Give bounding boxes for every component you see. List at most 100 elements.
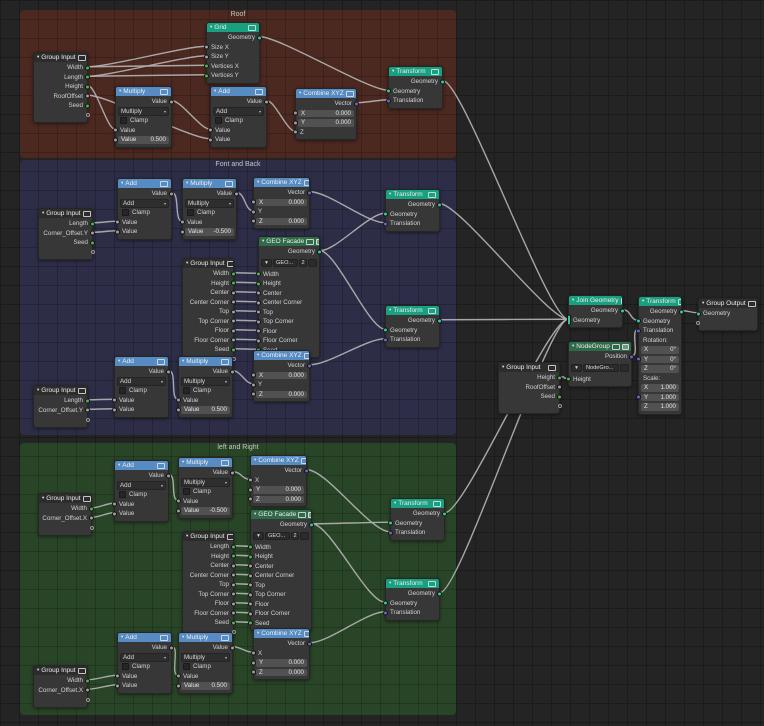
clamp-checkbox[interactable] (183, 488, 190, 496)
node-header[interactable]: ▾ Group Output (699, 299, 757, 308)
socket-in-translation[interactable] (636, 328, 641, 334)
collapse-arrow-icon[interactable]: ▾ (119, 89, 121, 94)
node-header[interactable]: ▾ Combine XYZ (251, 456, 306, 465)
node-collapse-icon[interactable] (428, 307, 436, 314)
node-header[interactable]: ▾ Group Input (183, 259, 233, 268)
socket-in-value[interactable] (208, 127, 213, 133)
node-header[interactable]: ▾ Transform (391, 499, 444, 508)
virtual-socket[interactable] (86, 417, 90, 422)
collapse-arrow-icon[interactable]: ▾ (37, 388, 39, 393)
node-collapse-icon[interactable] (255, 88, 263, 95)
socket-out-length[interactable] (90, 221, 95, 227)
node-cmb_roof[interactable]: ▾ Combine XYZ Vector X 0.000 Y 0.000 Z (293, 88, 359, 140)
operation-dropdown[interactable]: Add ▾ (120, 652, 169, 662)
value-field-z[interactable]: Z 0° (641, 365, 679, 373)
collapse-arrow-icon[interactable]: ▾ (186, 181, 188, 186)
node-collapse-icon[interactable] (431, 68, 439, 75)
user-count-badge[interactable]: 2 (291, 532, 299, 540)
nodetree-browse-button[interactable]: ▾ (261, 259, 272, 267)
socket-in-size-y[interactable] (204, 54, 209, 60)
socket-in-translation[interactable] (383, 221, 388, 227)
socket-in-value[interactable] (180, 219, 185, 225)
node-header[interactable]: ▾ Multiply (179, 458, 232, 467)
value-field-y[interactable]: Y 1.000 (641, 393, 679, 401)
node-mul_lr1[interactable]: ▾ Multiply Value Multiply ▾ Clamp Value Value -0… (176, 457, 235, 519)
socket-in-value[interactable] (115, 219, 120, 225)
collapse-arrow-icon[interactable]: ▾ (642, 299, 644, 304)
node-mul_fb2[interactable]: ▾ Multiply Value Multiply ▾ Clamp Value Value 0.… (176, 356, 235, 418)
collapse-arrow-icon[interactable]: ▾ (389, 581, 391, 586)
socket-in-z[interactable] (248, 496, 253, 502)
socket-in-value[interactable] (112, 511, 117, 517)
socket-in-value[interactable] (113, 127, 118, 133)
node-header[interactable]: ▾ Transform (386, 579, 439, 588)
node-collapse-icon[interactable] (620, 297, 622, 304)
socket-out-value[interactable] (166, 369, 171, 375)
operation-dropdown[interactable]: Add ▾ (213, 106, 264, 116)
collapse-arrow-icon[interactable]: ▾ (214, 89, 216, 94)
node-geo_fb[interactable]: ▾ GEO Facade Geometry ▾ GEO... 2 Width Height Ce… (256, 236, 322, 358)
socket-out-length[interactable] (85, 398, 90, 404)
socket-in-value[interactable] (180, 229, 185, 235)
collapse-arrow-icon[interactable]: ▾ (121, 635, 123, 640)
socket-out-floor-corner[interactable] (231, 610, 236, 616)
node-header[interactable]: ▾ Group Input (183, 532, 233, 541)
node-collapse-icon[interactable] (77, 54, 86, 61)
node-header[interactable]: ▾ Add (211, 87, 266, 96)
socket-in-center[interactable] (256, 290, 261, 296)
socket-out-value[interactable] (230, 369, 235, 375)
nodetree-name-field[interactable]: GEO... (273, 259, 298, 267)
socket-in-center-corner[interactable] (248, 573, 253, 579)
socket-out-geometry[interactable] (257, 35, 262, 41)
socket-in-x[interactable] (248, 477, 253, 483)
socket-in-z[interactable] (251, 669, 256, 675)
collapse-arrow-icon[interactable]: ▾ (572, 344, 574, 349)
socket-in-floor-corner[interactable] (256, 338, 261, 344)
node-collapse-icon[interactable] (221, 358, 229, 365)
socket-out-length[interactable] (85, 74, 90, 80)
value-field-x[interactable]: X 1.000 (641, 384, 679, 392)
value-field-value[interactable]: Value 0.500 (118, 136, 169, 144)
node-collapse-icon[interactable] (160, 634, 168, 641)
socket-in-x[interactable] (293, 110, 298, 116)
collapse-arrow-icon[interactable]: ▾ (254, 512, 256, 517)
socket-out-width[interactable] (89, 506, 94, 512)
node-tr_fb1[interactable]: ▾ Transform Geometry Geometry Translation (383, 189, 442, 232)
socket-in-height[interactable] (248, 554, 253, 560)
node-header[interactable]: ▾ Group Input (39, 209, 92, 218)
node-header[interactable]: ▾ Multiply (183, 179, 236, 188)
socket-in-value[interactable] (115, 683, 120, 689)
socket-out-top-corner[interactable] (231, 318, 236, 324)
socket-in-size-x[interactable] (204, 44, 209, 50)
socket-in-value[interactable] (176, 673, 181, 679)
clamp-checkbox[interactable] (119, 387, 126, 395)
node-header[interactable]: ▾ NodeGroup (569, 342, 631, 351)
node-tr_lr1[interactable]: ▾ Transform Geometry Geometry Translation (388, 498, 447, 541)
node-gi_r[interactable]: ▾ Group Input Height RoofOffset Seed (498, 362, 562, 414)
socket-out-value[interactable] (169, 99, 174, 105)
collapse-arrow-icon[interactable]: ▾ (262, 239, 264, 244)
node-collapse-icon[interactable] (303, 630, 309, 637)
node-add_fb1[interactable]: ▾ Add Value Add ▾ Clamp Value Value (115, 178, 174, 240)
socket-in-y[interactable] (251, 209, 256, 215)
node-join[interactable]: ▾ Join Geometry Geometry Geometry (567, 295, 625, 328)
node-collapse-icon[interactable] (548, 364, 556, 371)
socket-in-geometry[interactable] (383, 327, 388, 333)
clamp-checkbox[interactable] (122, 663, 129, 671)
node-grid[interactable]: ▾ Grid Geometry Size X Size Y Vertices X Verti… (204, 22, 262, 84)
node-cmb_fb2[interactable]: ▾ Combine XYZ Vector X 0.000 Y Z 0.000 (251, 350, 312, 402)
node-header[interactable]: ▾ Combine XYZ (296, 89, 356, 98)
socket-in-value[interactable] (112, 501, 117, 507)
socket-out-geometry[interactable] (309, 522, 314, 528)
node-collapse-icon[interactable] (157, 358, 165, 365)
socket-out-width[interactable] (85, 65, 90, 71)
socket-in-height[interactable] (256, 281, 261, 287)
collapse-arrow-icon[interactable]: ▾ (121, 181, 123, 186)
socket-out-height[interactable] (85, 84, 90, 90)
socket-in-value[interactable] (176, 397, 181, 403)
socket-in-vertices-y[interactable] (204, 73, 209, 79)
socket-in-top-corner[interactable] (248, 592, 253, 598)
socket-out-geometry[interactable] (317, 249, 322, 255)
collapse-arrow-icon[interactable]: ▾ (182, 359, 184, 364)
node-collapse-icon[interactable] (221, 634, 229, 641)
